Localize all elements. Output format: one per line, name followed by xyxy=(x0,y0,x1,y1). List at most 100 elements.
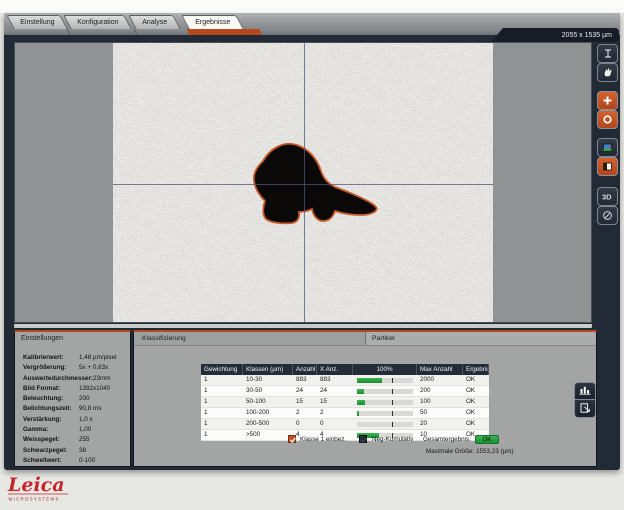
tab-konfiguration[interactable]: Konfiguration xyxy=(64,15,133,29)
image-size-badge: 2055 x 1535 µm xyxy=(491,28,619,42)
table-cell: 30-50 xyxy=(243,386,293,396)
tab-label: Einstellung xyxy=(20,19,54,26)
table-cell: 1 xyxy=(201,386,243,396)
neg-kumulativ-checkbox-label: Neg-Kumulativ xyxy=(372,436,413,443)
caliper-tool-button[interactable] xyxy=(597,44,618,63)
table-row[interactable]: 110-308838832000OK xyxy=(201,375,489,386)
setting-label: Auswertedurchmesser: xyxy=(23,374,93,384)
setting-label: Belichtungszeit: xyxy=(23,404,79,414)
table-cell: 2 xyxy=(293,408,317,418)
setting-label: Schwarzpegel: xyxy=(23,446,79,456)
leica-logo-sub: MICROSYSTEMS xyxy=(9,497,60,502)
klasse1-checkbox-label: Klasse 1 einbez. xyxy=(300,436,346,443)
table-cell-bar xyxy=(353,408,417,418)
tab-ergebnisse[interactable]: Ergebnisse xyxy=(182,15,244,29)
leica-logo: Leica MICROSYSTEMS xyxy=(6,471,76,505)
tab-einstellung[interactable]: Einstellung xyxy=(6,15,68,29)
table-cell: 1 xyxy=(201,419,243,429)
histogram-button[interactable] xyxy=(574,382,596,400)
view-3d-icon: 3D xyxy=(601,191,614,202)
setting-row: Beleuchtung:200 xyxy=(23,394,128,404)
table-cell: 100-200 xyxy=(243,408,293,418)
hand-tool-button[interactable] xyxy=(597,63,618,82)
table-header-cell: X Anz. xyxy=(317,364,353,375)
usage-bar-threshold-tick xyxy=(392,422,393,427)
usage-bar-fill xyxy=(357,411,359,416)
usage-bar-track xyxy=(357,411,413,416)
table-header-cell: Gewichtung xyxy=(201,364,243,375)
setting-row: Schwellwert:0-100 xyxy=(23,456,128,466)
crosshair-add-tool-button[interactable] xyxy=(597,91,618,110)
table-cell-bar xyxy=(353,419,417,429)
table-cell: 24 xyxy=(317,386,353,396)
table-row[interactable]: 130-502424200OK xyxy=(201,386,489,397)
classification-table: GewichtungKlassen (µm)AnzahlX Anz.100%Ma… xyxy=(201,364,489,441)
setting-row: Bild Format:1392x1040 xyxy=(23,384,128,394)
table-cell: 24 xyxy=(293,386,317,396)
tab-label: Ergebnisse xyxy=(196,19,231,26)
klasse1-checkbox[interactable] xyxy=(288,435,296,443)
tab-partikel-label: Partikel xyxy=(372,335,395,342)
table-cell-result: OK xyxy=(463,397,489,407)
circle-roi-tool-button[interactable] xyxy=(597,110,618,129)
image-color-tool-button[interactable] xyxy=(597,138,618,157)
usage-bar-track xyxy=(357,400,413,405)
table-header-cell: 100% xyxy=(353,364,417,375)
setting-value: 1,48 µm/pixel xyxy=(79,353,117,363)
table-row[interactable]: 1100-2002250OK xyxy=(201,408,489,419)
table-side-tools xyxy=(574,382,596,418)
microscope-image[interactable] xyxy=(113,43,493,322)
setting-label: Vergrößerung: xyxy=(23,363,79,373)
usage-bar-threshold-tick xyxy=(392,378,393,383)
table-header-cell: Ergebnis xyxy=(463,364,489,375)
crosshair-add-icon xyxy=(602,95,613,106)
table-header-cell: Max Anzahl xyxy=(417,364,463,375)
view-3d-tool-button[interactable]: 3D xyxy=(597,187,618,206)
setting-value: 90,8 ms xyxy=(79,404,101,414)
export-report-icon xyxy=(579,400,591,418)
table-cell: 1 xyxy=(201,408,243,418)
table-cell: 2 xyxy=(317,408,353,418)
max-size-label: Maximale Größe: 1553,23 (µm) xyxy=(426,448,514,455)
image-active-tool-button[interactable] xyxy=(597,157,618,176)
table-cell: 2000 xyxy=(417,375,463,385)
table-header-cell: Klassen (µm) xyxy=(243,364,293,375)
table-cell: 50-100 xyxy=(243,397,293,407)
image-viewport[interactable] xyxy=(14,42,592,323)
tab-klassifizierung[interactable]: Klassifizierung xyxy=(134,332,364,345)
tool-sidebar: 3D xyxy=(596,42,620,327)
table-cell: 883 xyxy=(293,375,317,385)
table-cell: 20 xyxy=(417,419,463,429)
table-row[interactable]: 1200-5000020OK xyxy=(201,419,489,430)
table-cell: 200 xyxy=(417,386,463,396)
tab-analyse[interactable]: Analyse xyxy=(128,15,180,29)
image-color-icon xyxy=(602,142,613,153)
table-cell-bar xyxy=(353,386,417,396)
edit-annotation-tool-button[interactable] xyxy=(597,206,618,225)
usage-bar-threshold-tick xyxy=(392,400,393,405)
setting-label: Bild Format: xyxy=(23,384,79,394)
setting-value: 5x + 0,63x xyxy=(79,363,108,373)
svg-text:3D: 3D xyxy=(602,193,612,202)
tab-partikel[interactable]: Partikel xyxy=(365,332,596,345)
settings-panel: Einstellungen Kalibrierwert:1,48 µm/pixe… xyxy=(14,330,131,467)
table-row[interactable]: 150-1001515100OK xyxy=(201,397,489,408)
export-report-button[interactable] xyxy=(574,400,596,418)
setting-value: 200 xyxy=(79,394,90,404)
setting-label: Weisspegel: xyxy=(23,435,79,445)
tab-label: Analyse xyxy=(142,19,167,26)
table-cell: 100 xyxy=(417,397,463,407)
setting-label: Beleuchtung: xyxy=(23,394,79,404)
active-tab-marker xyxy=(186,29,262,35)
neg-kumulativ-checkbox[interactable] xyxy=(359,435,367,443)
table-cell-result: OK xyxy=(463,419,489,429)
table-body: 110-308838832000OK130-502424200OK150-100… xyxy=(201,375,489,441)
usage-bar-fill xyxy=(357,400,365,405)
viewport-bottom-edge xyxy=(14,324,592,328)
setting-row: Kalibrierwert:1,48 µm/pixel xyxy=(23,353,128,363)
setting-value: 255 xyxy=(79,435,90,445)
setting-value: 1,0 x xyxy=(79,415,93,425)
setting-row: Vergrößerung:5x + 0,63x xyxy=(23,363,128,373)
setting-label: Schwellwert: xyxy=(23,456,79,466)
image-size-label: 2055 x 1535 µm xyxy=(562,32,619,39)
